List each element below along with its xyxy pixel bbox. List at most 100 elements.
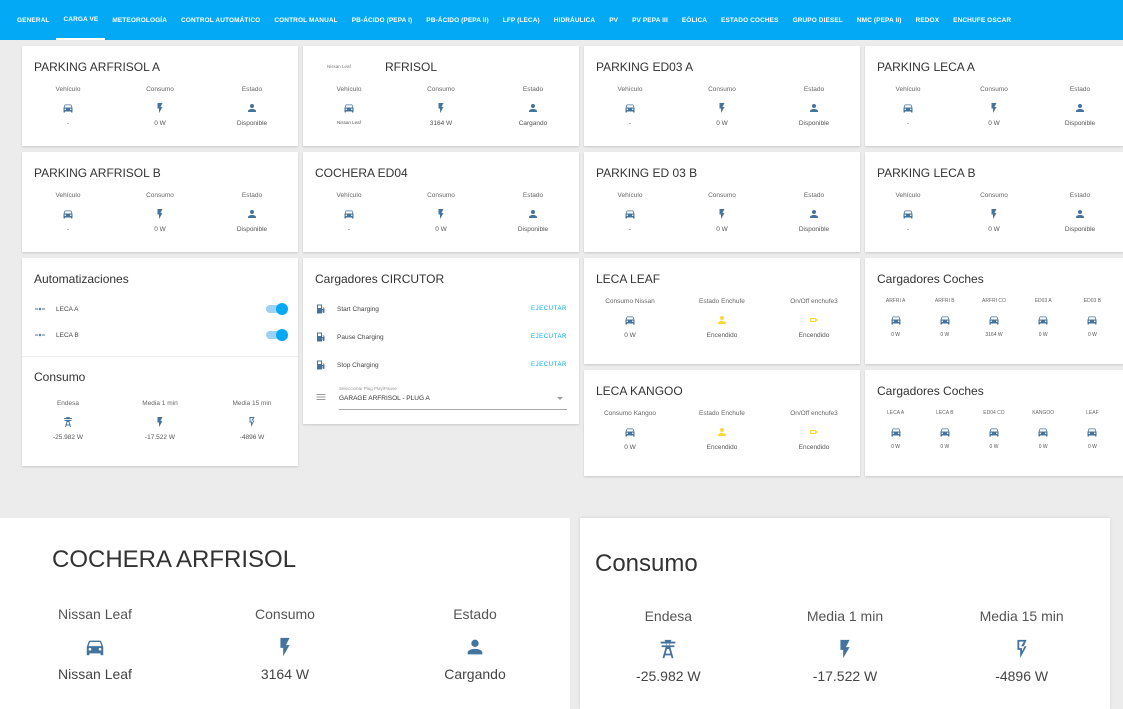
entity-value: 3164 W <box>429 120 453 127</box>
toggle-switch[interactable] <box>266 303 288 315</box>
ejecutar-button[interactable]: EJECUTAR <box>531 306 567 312</box>
entity-vehiculo[interactable]: Vehículo - <box>308 192 391 233</box>
entity-value: Disponible <box>798 226 830 233</box>
entity-estado-enchufe[interactable]: Estado Enchufe Encendido <box>681 410 764 451</box>
entity-arfri-a[interactable]: ARFRI A 0 W <box>871 298 920 338</box>
entity-estado[interactable]: Estado Disponible <box>211 192 294 233</box>
entity-consumo-nissan[interactable]: Consumo Nissan 0 W <box>589 298 672 339</box>
entity-estado[interactable]: Estado Cargando <box>492 86 575 127</box>
entity-label: Vehículo <box>895 192 921 199</box>
zoom-consumo: Consumo Endesa -25.982 W Media 1 min -17.5… <box>580 518 1110 709</box>
tab-carga-ve[interactable]: CARGA VE <box>56 0 106 40</box>
entity-vehiculo[interactable]: Vehículo - <box>869 192 946 233</box>
entity-endesa[interactable]: Endesa -25.982 W <box>584 608 754 684</box>
entity-estado[interactable]: Estado Disponible <box>1041 86 1118 127</box>
entity-label: ARFRI A <box>885 298 906 304</box>
entity-on-off-enchufe3[interactable]: On/Off enchufe3 Encendido <box>773 298 856 339</box>
tab-estado-coches[interactable]: ESTADO COCHES <box>714 0 786 40</box>
plug-select[interactable]: Seleccionar Plug Play/Pause GARAGE ARFRI… <box>315 382 567 412</box>
entity-vehiculo[interactable]: Vehículo Nissan Leaf <box>308 86 391 127</box>
entity-estado[interactable]: Estado Disponible <box>211 86 294 127</box>
automation-row-leca-b[interactable]: LECA B <box>34 328 288 342</box>
script-row-stop-charging[interactable]: Stop Charging EJECUTAR <box>315 358 567 372</box>
entity-label: Consumo <box>427 192 455 199</box>
entity-arfri-co[interactable]: ARFRI CO 3164 W <box>969 298 1018 338</box>
entity-leca-b[interactable]: LECA B 0 W <box>920 410 969 450</box>
tab-eolica[interactable]: EÓLICA <box>675 0 714 40</box>
entity-estado-enchufe[interactable]: Estado Enchufe Encendido <box>681 298 764 339</box>
chevron-down-icon[interactable] <box>557 397 563 400</box>
entity-media-1-min[interactable]: Media 1 min -17.522 W <box>760 608 930 684</box>
tab-general[interactable]: GENERAL <box>10 0 56 40</box>
entity-consumo[interactable]: Consumo 3164 W <box>400 86 483 127</box>
toggle-switch[interactable] <box>266 329 288 341</box>
entity-ed04-co[interactable]: ED04 CO 0 W <box>969 410 1018 450</box>
tab-nmc-pepa-ii[interactable]: NMC (PEPA II) <box>850 0 909 40</box>
tab-pv[interactable]: PV <box>602 0 625 40</box>
entity-label: ARFRI CO <box>982 298 1006 304</box>
entity-estado[interactable]: Estado Disponible <box>773 192 856 233</box>
card-leca-leaf: LECA LEAF Consumo Nissan 0 W Estado Enchu… <box>584 258 860 364</box>
entity-vehiculo[interactable]: Vehículo - <box>27 192 110 233</box>
entity-media-1-min[interactable]: Media 1 min -17.522 W <box>119 400 202 441</box>
card-title: PARKING LECA A <box>877 60 975 74</box>
entity-arfri-b[interactable]: ARFRI B 0 W <box>920 298 969 338</box>
entity-vehiculo[interactable]: Vehículo - <box>589 86 672 127</box>
entity-leaf[interactable]: LEAF 0 W <box>1068 410 1117 450</box>
entity-nissan-leaf[interactable]: Nissan Leaf Nissan Leaf <box>4 606 186 682</box>
entity-consumo[interactable]: Consumo 0 W <box>119 86 202 127</box>
entity-consumo[interactable]: Consumo 0 W <box>400 192 483 233</box>
car-icon <box>343 102 355 114</box>
entity-estado[interactable]: Estado Disponible <box>773 86 856 127</box>
entity-estado[interactable]: Estado Disponible <box>1041 192 1118 233</box>
entity-media-15-min[interactable]: Media 15 min -4896 W <box>211 400 294 441</box>
entity-consumo[interactable]: Consumo 0 W <box>955 192 1032 233</box>
entity-label: Vehículo <box>336 192 362 199</box>
entity-value: 0 W <box>716 226 728 233</box>
tab-meteorologia[interactable]: METEOROLOGÍA <box>105 0 174 40</box>
entity-vehiculo[interactable]: Vehículo - <box>869 86 946 127</box>
entity-consumo[interactable]: Consumo 3164 W <box>194 606 376 682</box>
tab-redox[interactable]: REDOX <box>909 0 947 40</box>
tab-control-automatico[interactable]: CONTROL AUTOMÁTICO <box>174 0 267 40</box>
tab-pb-acido-pepa-i[interactable]: PB-ÁCIDO (PEPA I) <box>345 0 420 40</box>
car-icon <box>1086 314 1098 326</box>
tab-control-manual[interactable]: CONTROL MANUAL <box>267 0 344 40</box>
entity-consumo[interactable]: Consumo 0 W <box>681 86 764 127</box>
entity-vehiculo[interactable]: Vehículo - <box>589 192 672 233</box>
entity-estado[interactable]: Estado Cargando <box>384 606 566 682</box>
entity-consumo-kangoo[interactable]: Consumo Kangoo 0 W <box>589 410 672 451</box>
entity-ed03-a[interactable]: ED03 A 0 W <box>1019 298 1068 338</box>
tab-pb-acido-pepa-ii[interactable]: PB-ÁCIDO (PEPA II) <box>419 0 495 40</box>
tab-lfp-leca[interactable]: LFP (LECA) <box>496 0 547 40</box>
entity-estado[interactable]: Estado Disponible <box>492 192 575 233</box>
entity-on-off-enchufe3[interactable]: On/Off enchufe3 Encendido <box>773 410 856 451</box>
entity-leca-a[interactable]: LECA A 0 W <box>871 410 920 450</box>
car-icon <box>624 314 636 326</box>
tab-hidraulica[interactable]: HIDRÁULICA <box>547 0 602 40</box>
select-field[interactable]: Seleccionar Plug Play/Pause GARAGE ARFRI… <box>339 384 567 410</box>
tab-grupo-diesel[interactable]: GRUPO DIESEL <box>786 0 850 40</box>
entity-value: -17.522 W <box>812 668 878 684</box>
tab-enchufe-oscar[interactable]: ENCHUFE OSCAR <box>946 0 1018 40</box>
entity-value: 0 W <box>1038 332 1048 338</box>
entity-endesa[interactable]: Endesa -25.982 W <box>27 400 110 441</box>
entity-consumo[interactable]: Consumo 0 W <box>681 192 764 233</box>
entity-label: Estado Enchufe <box>699 410 745 417</box>
ejecutar-button[interactable]: EJECUTAR <box>531 362 567 368</box>
script-row-start-charging[interactable]: Start Charging EJECUTAR <box>315 302 567 316</box>
entity-value: 0 W <box>154 226 166 233</box>
ejecutar-button[interactable]: EJECUTAR <box>531 334 567 340</box>
script-row-pause-charging[interactable]: Pause Charging EJECUTAR <box>315 330 567 344</box>
ev-station-icon <box>315 359 327 371</box>
entity-kangoo[interactable]: KANGOO 0 W <box>1019 410 1068 450</box>
entity-ed03-b[interactable]: ED03 B 0 W <box>1068 298 1117 338</box>
tab-pv-pepa-iii[interactable]: PV PEPA III <box>625 0 675 40</box>
entity-consumo[interactable]: Consumo 0 W <box>955 86 1032 127</box>
entity-vehiculo[interactable]: Vehículo - <box>27 86 110 127</box>
entity-media-15-min[interactable]: Media 15 min -4896 W <box>937 608 1107 684</box>
automation-row-leca-a[interactable]: LECA A <box>34 302 288 316</box>
entity-value: Encendido <box>706 332 738 339</box>
entity-consumo[interactable]: Consumo 0 W <box>119 192 202 233</box>
power-plug-icon <box>808 314 820 326</box>
